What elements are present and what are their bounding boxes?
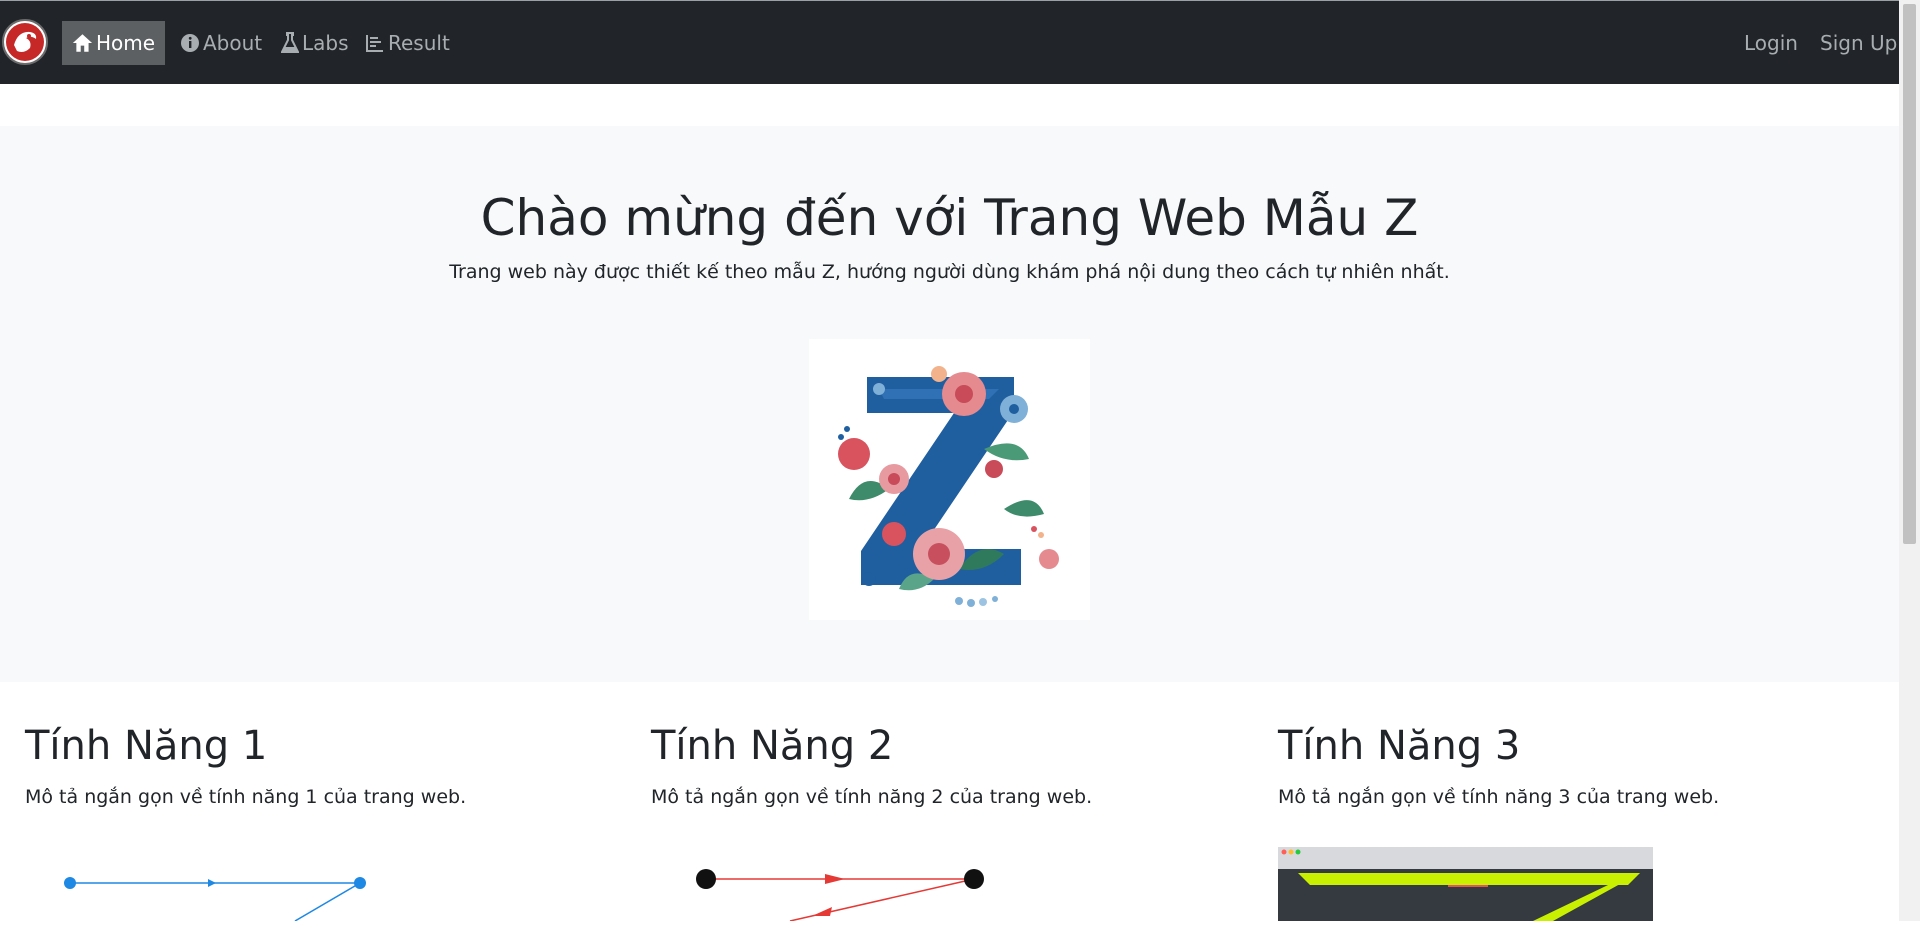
- brand-logo[interactable]: [2, 19, 48, 65]
- feature-1-image: [50, 860, 380, 922]
- feature-2-description: Mô tả ngắn gọn về tính năng 2 của trang …: [651, 786, 1093, 808]
- nav-labs-label: Labs: [302, 31, 349, 55]
- feature-card-1: Tính Năng 1 Mô tả ngắn gọn về tính năng …: [25, 718, 585, 808]
- feature-3-image: [1278, 847, 1653, 921]
- nav-result[interactable]: Result: [365, 21, 450, 65]
- signup-link[interactable]: Sign Up: [1820, 21, 1897, 65]
- navbar: Home About Labs Result Login Sign Up: [0, 0, 1899, 84]
- signup-label: Sign Up: [1820, 31, 1898, 55]
- brand-logo-icon: [6, 23, 44, 61]
- list-icon: [366, 35, 383, 52]
- feature-3-description: Mô tả ngắn gọn về tính năng 3 của trang …: [1278, 786, 1720, 808]
- scrollbar-thumb[interactable]: [1903, 4, 1916, 544]
- feature-card-3: Tính Năng 3 Mô tả ngắn gọn về tính năng …: [1278, 718, 1838, 808]
- feature-3-title: Tính Năng 3: [1278, 723, 1521, 769]
- login-label: Login: [1744, 31, 1798, 55]
- nav-home-label: Home: [95, 31, 155, 55]
- login-link[interactable]: Login: [1744, 21, 1798, 65]
- nav-result-label: Result: [388, 31, 450, 55]
- nav-labs[interactable]: Labs: [281, 21, 349, 65]
- hero-floral-z-image: [809, 339, 1090, 620]
- nav-home[interactable]: Home: [62, 21, 165, 65]
- nav-about-label: About: [203, 31, 263, 55]
- nav-about[interactable]: About: [180, 21, 262, 65]
- hero-section: Chào mừng đến với Trang Web Mẫu Z Trang …: [0, 126, 1899, 682]
- feature-1-description: Mô tả ngắn gọn về tính năng 1 của trang …: [25, 786, 467, 808]
- info-icon: [181, 34, 199, 52]
- feature-card-2: Tính Năng 2 Mô tả ngắn gọn về tính năng …: [651, 718, 1211, 808]
- hero-title: Chào mừng đến với Trang Web Mẫu Z: [480, 189, 1419, 247]
- vertical-scrollbar[interactable]: [1899, 0, 1920, 921]
- feature-2-title: Tính Năng 2: [651, 723, 894, 769]
- flask-icon: [281, 32, 299, 53]
- hero-subtitle: Trang web này được thiết kế theo mẫu Z, …: [449, 261, 1450, 283]
- feature-1-title: Tính Năng 1: [25, 723, 268, 769]
- home-icon: [72, 34, 93, 52]
- feature-2-image: [680, 860, 1010, 922]
